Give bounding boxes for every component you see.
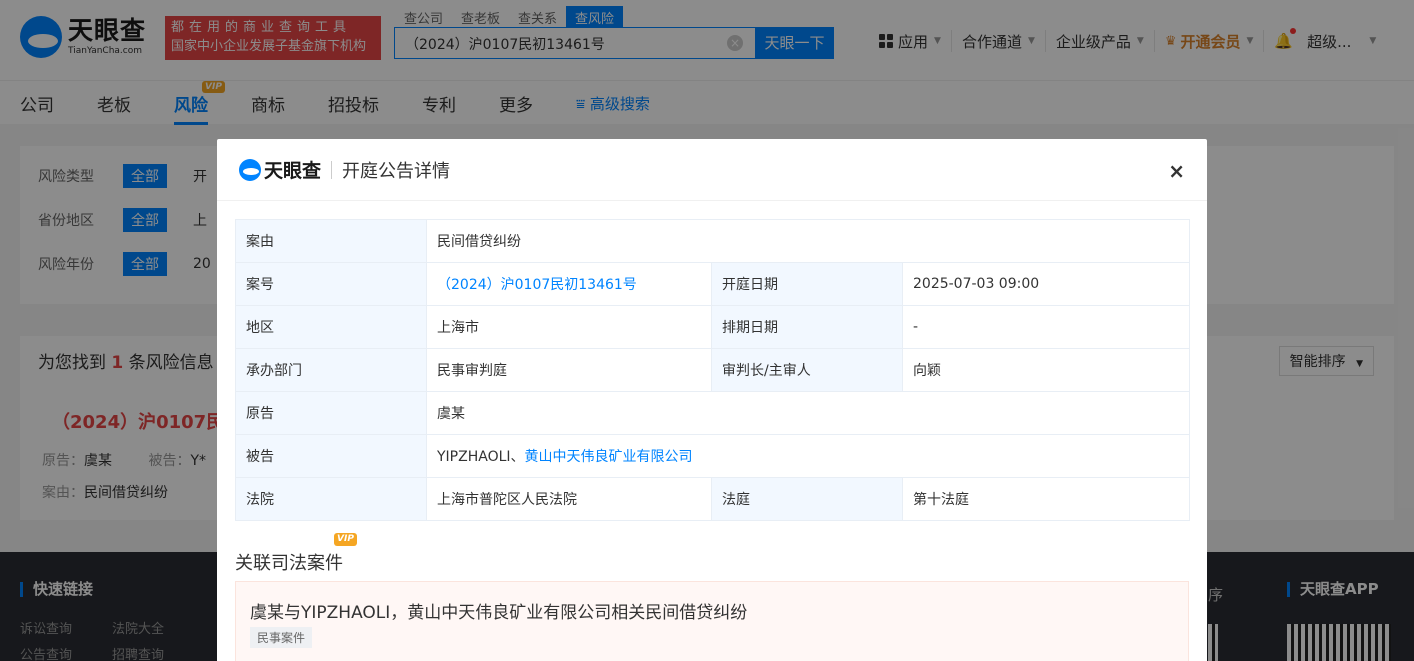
court-value: 上海市普陀区人民法院 (426, 477, 712, 521)
plaintiff-label: 原告 (235, 391, 427, 435)
logo-eye-icon (239, 158, 261, 181)
close-icon[interactable]: × (1168, 159, 1185, 183)
hearing-date-label: 开庭日期 (711, 262, 903, 306)
plaintiff-value: 虞某 (426, 391, 1190, 435)
department-value: 民事审判庭 (426, 348, 712, 392)
vip-badge: VIP (334, 533, 357, 546)
detail-table: 案由 民间借贷纠纷 案号 （2024）沪0107民初13461号 开庭日期 20… (235, 219, 1190, 521)
defendant-label: 被告 (235, 434, 427, 478)
schedule-date-value: - (902, 305, 1190, 349)
tribunal-label: 法庭 (711, 477, 903, 521)
modal-logo: 天眼查 (239, 156, 321, 183)
table-row: 法院 上海市普陀区人民法院 法庭 第十法庭 (235, 477, 1190, 521)
case-type-tag: 民事案件 (250, 627, 313, 648)
table-row: 被告 YIPZHAOLI、黄山中天伟良矿业有限公司 (235, 434, 1190, 478)
tribunal-value: 第十法庭 (902, 477, 1190, 521)
region-value: 上海市 (426, 305, 712, 349)
court-label: 法院 (235, 477, 427, 521)
judge-label: 审判长/主审人 (711, 348, 903, 392)
table-row: 原告 虞某 (235, 391, 1190, 435)
modal-title: 开庭公告详情 (342, 160, 451, 182)
schedule-date-label: 排期日期 (711, 305, 903, 349)
department-label: 承办部门 (235, 348, 427, 392)
related-case-title[interactable]: 虞某与YIPZHAOLI，黄山中天伟良矿业有限公司相关民间借贷纠纷 (250, 598, 747, 623)
case-no-link[interactable]: （2024）沪0107民初13461号 (426, 262, 712, 306)
header-divider (331, 160, 333, 179)
modal-header: 天眼查 开庭公告详情 × (217, 139, 1207, 201)
related-cases-title: 关联司法案件 (235, 553, 343, 574)
table-row: 地区 上海市 排期日期 - (235, 305, 1190, 349)
case-no-label: 案号 (235, 262, 427, 306)
region-label: 地区 (235, 305, 427, 349)
cause-label: 案由 (235, 219, 427, 263)
table-row: 案由 民间借贷纠纷 (235, 219, 1190, 263)
defendant-person: YIPZHAOLI、 (437, 449, 525, 465)
table-row: 案号 （2024）沪0107民初13461号 开庭日期 2025-07-03 0… (235, 262, 1190, 306)
modal-logo-text: 天眼查 (264, 160, 322, 182)
hearing-notice-modal: 天眼查 开庭公告详情 × 案由 民间借贷纠纷 案号 （2024）沪0107民初1… (217, 139, 1207, 661)
hearing-date-value: 2025-07-03 09:00 (902, 262, 1190, 306)
table-row: 承办部门 民事审判庭 审判长/主审人 向颖 (235, 348, 1190, 392)
cause-value: 民间借贷纠纷 (426, 219, 1190, 263)
judge-value: 向颖 (902, 348, 1190, 392)
defendant-value: YIPZHAOLI、黄山中天伟良矿业有限公司 (426, 434, 1190, 478)
defendant-company-link[interactable]: 黄山中天伟良矿业有限公司 (525, 449, 693, 465)
related-case-card[interactable]: 虞某与YIPZHAOLI，黄山中天伟良矿业有限公司相关民间借贷纠纷 民事案件 (235, 581, 1189, 661)
